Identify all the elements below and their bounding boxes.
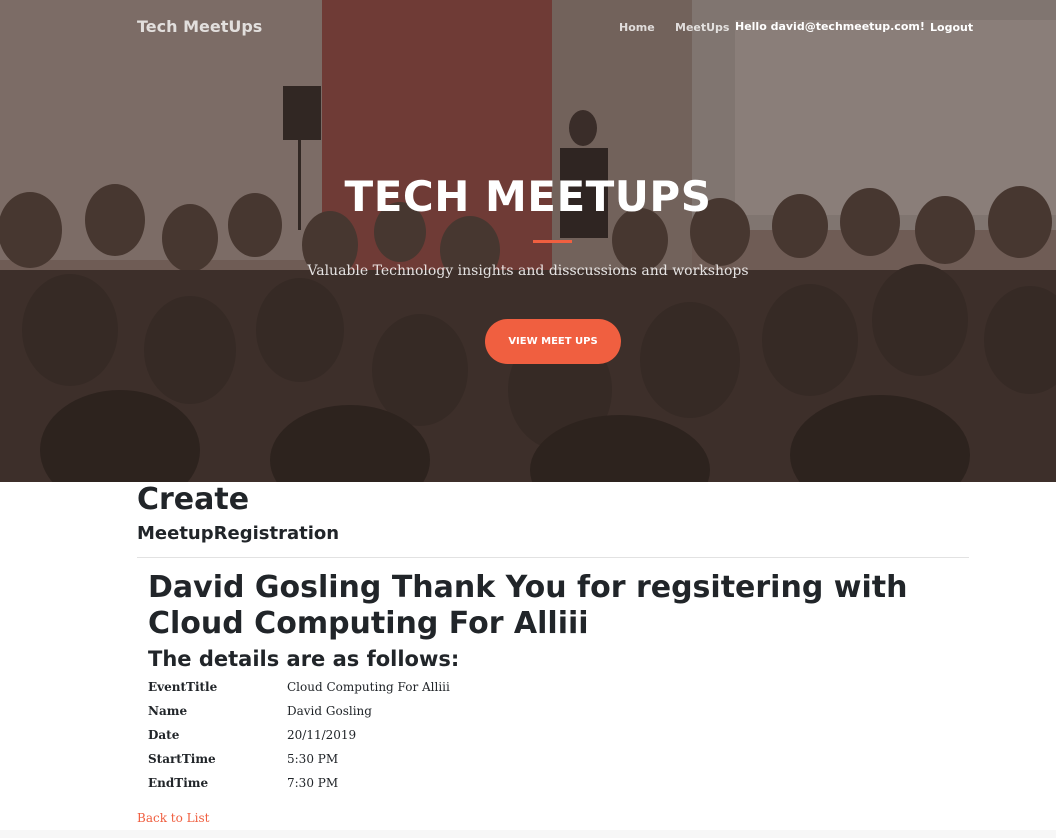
nav-user-greeting-link[interactable]: Hello david@techmeetup.com! [735, 20, 925, 33]
page-subtitle: MeetupRegistration [137, 523, 340, 544]
detail-value: 7:30 PM [287, 776, 339, 790]
detail-value: 20/11/2019 [287, 728, 357, 742]
detail-label: Date [148, 728, 180, 742]
detail-label: Name [148, 704, 188, 718]
view-meetups-button[interactable]: VIEW MEET UPS [485, 319, 621, 364]
hero-title: TECH MEETUPS [344, 172, 712, 221]
confirmation-message: David Gosling Thank You for regsitering … [148, 570, 908, 641]
detail-row-date: Date 20/11/2019 [148, 726, 748, 750]
detail-label: EventTitle [148, 680, 218, 694]
nav-meetups-link[interactable]: MeetUps [675, 21, 729, 34]
detail-row-name: Name David Gosling [148, 702, 748, 726]
detail-row-event-title: EventTitle Cloud Computing For Alliii [148, 678, 748, 702]
detail-value: 5:30 PM [287, 752, 339, 766]
registration-details: EventTitle Cloud Computing For Alliii Na… [148, 678, 748, 798]
nav-logout-link[interactable]: Logout [930, 21, 973, 34]
detail-value: David Gosling [287, 704, 372, 718]
detail-row-end-time: EndTime 7:30 PM [148, 774, 748, 798]
detail-value: Cloud Computing For Alliii [287, 680, 450, 694]
section-divider [137, 557, 969, 558]
back-to-list-link[interactable]: Back to List [137, 811, 209, 825]
details-heading: The details are as follows: [148, 647, 460, 671]
hero-overlay [0, 0, 1056, 482]
detail-row-start-time: StartTime 5:30 PM [148, 750, 748, 774]
footer-strip [0, 830, 1056, 838]
nav-home-link[interactable]: Home [619, 21, 655, 34]
hero-divider [533, 240, 572, 243]
detail-label: EndTime [148, 776, 209, 790]
detail-label: StartTime [148, 752, 216, 766]
navbar: Tech MeetUps Home MeetUps Hello david@te… [0, 0, 1056, 60]
brand-link[interactable]: Tech MeetUps [137, 17, 262, 36]
page-title: Create [137, 482, 250, 517]
hero-subtitle: Valuable Technology insights and disscus… [307, 263, 749, 279]
hero-section: Tech MeetUps Home MeetUps Hello david@te… [0, 0, 1056, 482]
